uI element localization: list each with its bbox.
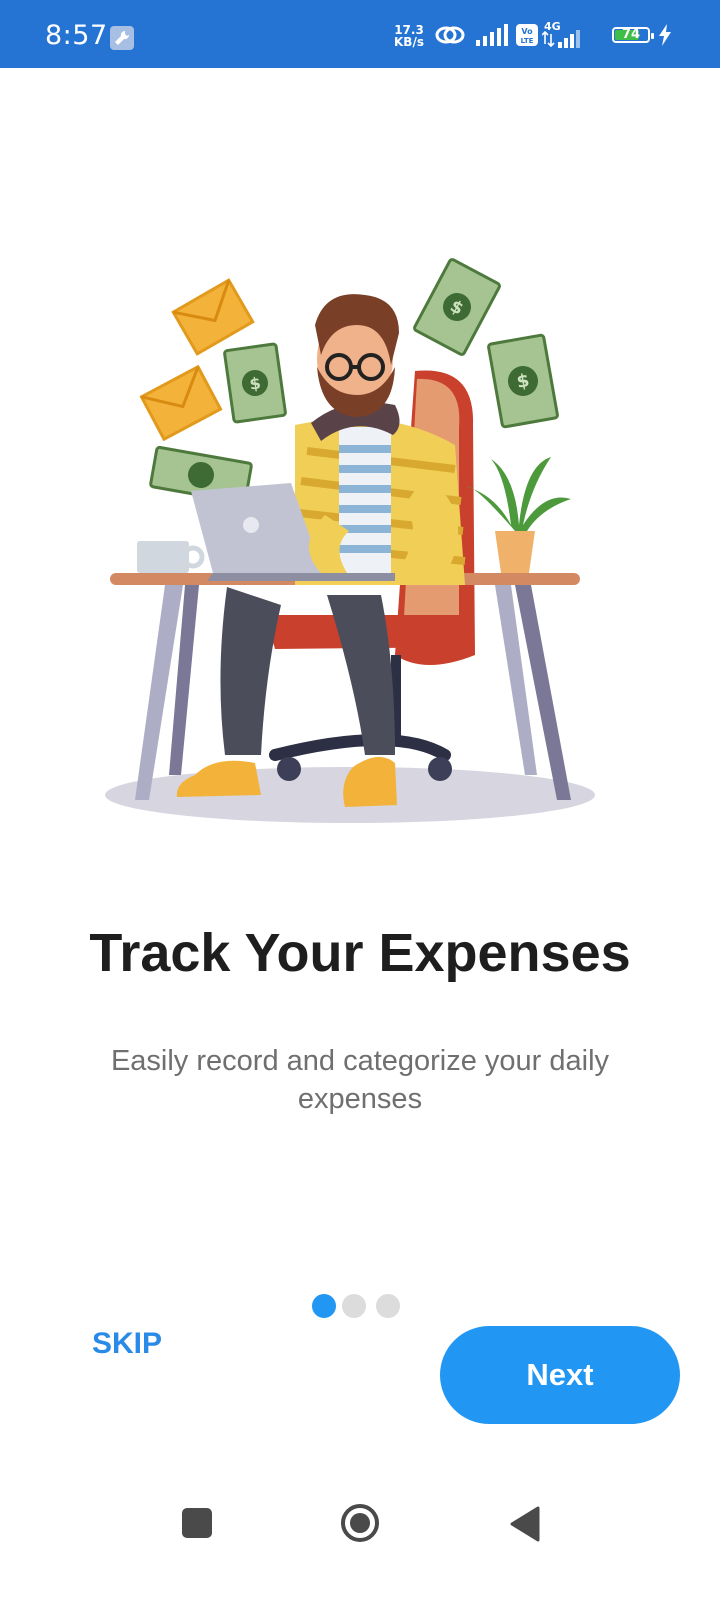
network-speed: 17.3 KB/s [394, 24, 424, 48]
next-button[interactable]: Next [440, 1326, 680, 1424]
page-dot-1 [312, 1294, 336, 1318]
wrench-icon [110, 26, 134, 50]
signal-icon [476, 24, 508, 46]
skip-button[interactable]: SKIP [92, 1327, 162, 1361]
triangle-back-icon[interactable] [508, 1505, 540, 1543]
battery-tip [651, 33, 654, 39]
battery-indicator: 74 [612, 27, 654, 43]
onboarding-title: Track Your Expenses [89, 923, 631, 983]
onboarding-subtitle: Easily record and categorize your daily … [110, 1045, 610, 1115]
onboarding-illustration: $ $ $ [95, 255, 605, 835]
svg-text:LTE: LTE [521, 37, 534, 45]
page-dot-2 [342, 1294, 366, 1318]
square-icon[interactable] [182, 1508, 212, 1538]
link-icon [435, 26, 465, 44]
bolt-icon [659, 24, 671, 46]
circle-icon[interactable] [340, 1503, 380, 1543]
signal-icon [542, 30, 580, 48]
battery-level: 74 [621, 27, 641, 42]
volte-icon: Vo LTE [516, 24, 538, 46]
status-bar: 8:57 17.3 KB/s Vo LTE 4G 74 [0, 0, 720, 68]
page-dot-3 [376, 1294, 400, 1318]
status-time: 8:57 [45, 20, 108, 51]
speed-unit: KB/s [394, 35, 424, 49]
svg-text:Vo: Vo [521, 27, 533, 36]
